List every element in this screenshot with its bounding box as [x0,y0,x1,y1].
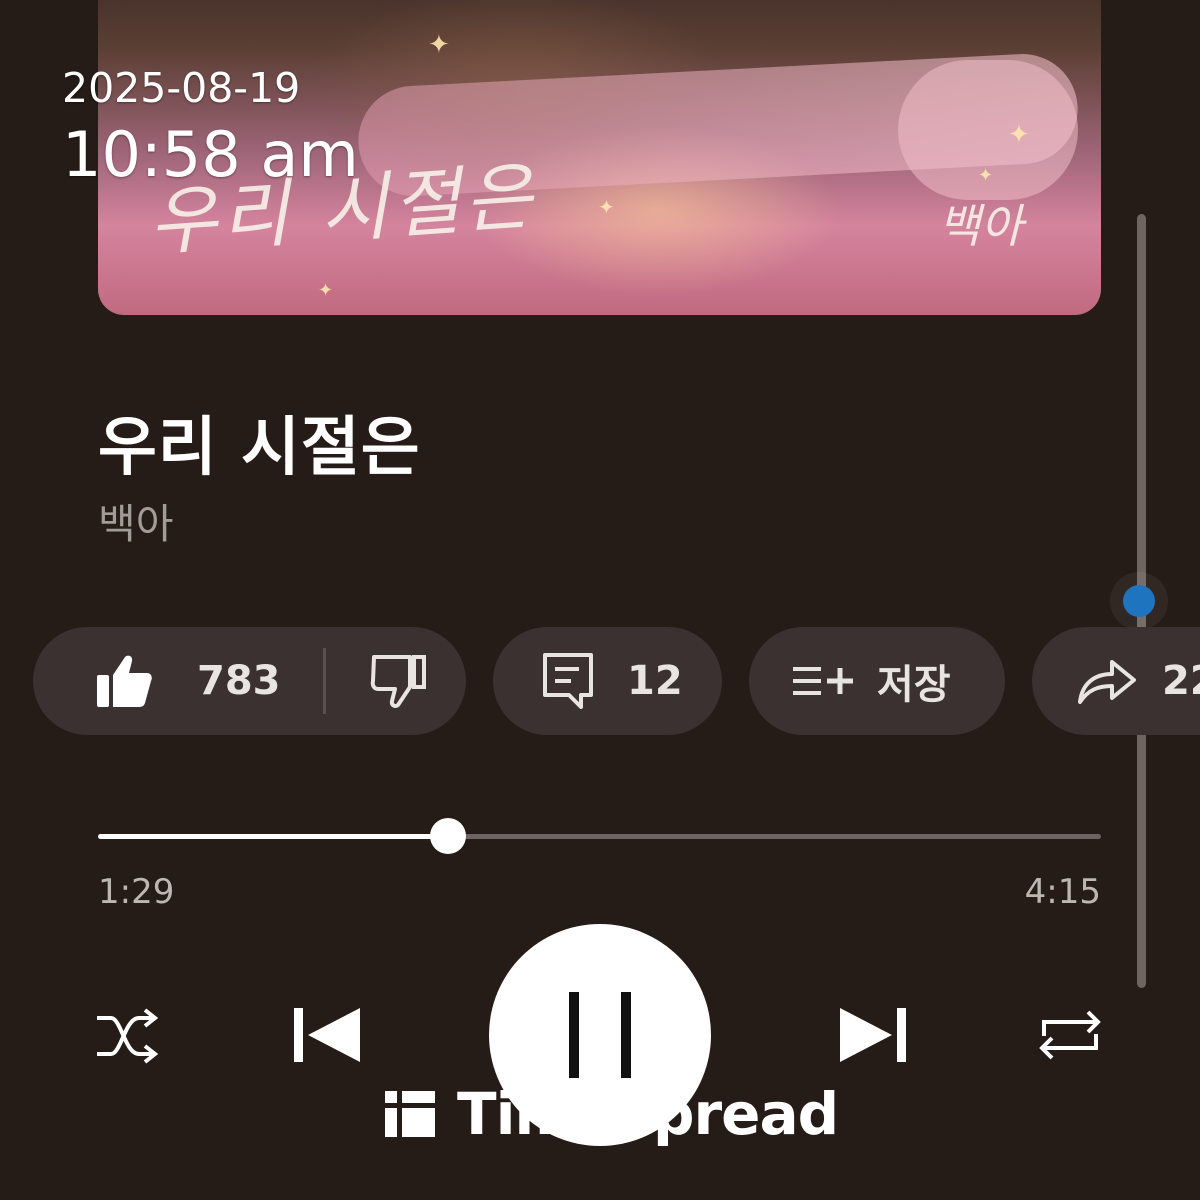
pill-divider [322,648,326,714]
comments-button[interactable]: 12 [493,627,722,735]
time-stamp: 10:58 am [62,118,359,191]
like-count: 783 [197,658,281,704]
sparkle-icon: ✦ [978,165,994,186]
sparkle-icon: ✦ [598,195,615,219]
progress-bar[interactable] [98,818,1101,854]
next-icon [840,1008,906,1062]
sparkle-icon: ✦ [318,280,334,301]
datetime-overlay: 2025-08-19 10:58 am [62,64,359,190]
comment-icon-wrap [541,651,595,711]
comment-count: 12 [627,658,683,704]
elapsed-time: 1:29 [98,872,175,912]
like-button[interactable] [95,653,153,709]
repeat-button[interactable] [1034,1004,1106,1066]
repeat-icon [1039,1010,1101,1060]
watermark: TimeSpread [385,1080,839,1148]
date-stamp: 2025-08-19 [62,64,301,112]
share-icon [1078,660,1136,704]
total-time: 4:15 [1024,872,1101,912]
watermark-text: TimeSpread [457,1080,839,1148]
song-artist[interactable]: 백아 [98,490,173,550]
sparkle-icon: ✦ [1008,120,1030,150]
previous-icon [294,1008,360,1062]
dislike-button[interactable] [370,653,428,709]
save-label: 저장 [877,662,951,708]
share-count: 22 [1162,658,1200,704]
pause-icon [569,992,631,1078]
playlist-add-icon [793,667,853,695]
progress-knob[interactable] [430,818,467,854]
previous-button[interactable] [290,1004,364,1066]
album-art-artist: 백아 [938,199,1023,253]
thumbs-down-icon [370,655,426,708]
share-button[interactable]: 22 [1032,627,1200,735]
save-button[interactable]: 저장 [749,627,1005,735]
thumbs-up-icon [97,655,152,707]
progress-fill [98,834,449,839]
watermark-logo-icon [385,1091,435,1137]
comment-icon [543,653,593,709]
scrollbar-thumb[interactable] [1110,572,1168,630]
shuffle-button[interactable] [92,1006,162,1066]
shuffle-icon [97,1008,159,1064]
share-icon-wrap [1076,656,1138,706]
like-dislike-pill: 783 [33,627,466,735]
save-icon-wrap [791,663,855,699]
song-title: 우리 시절은 [98,411,421,485]
next-button[interactable] [836,1004,910,1066]
sparkle-icon: ✦ [428,30,450,60]
